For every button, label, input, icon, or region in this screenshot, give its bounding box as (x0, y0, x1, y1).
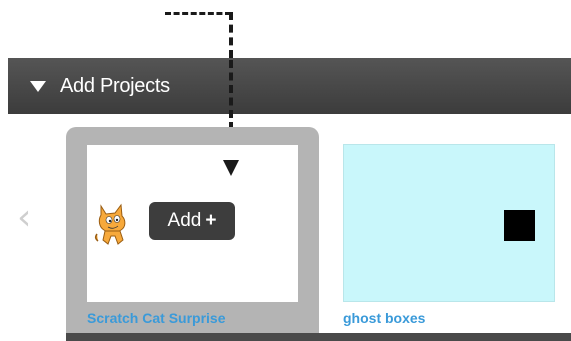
next-row-bar (66, 333, 571, 341)
plus-icon: + (205, 210, 217, 231)
collapse-triangle-icon[interactable] (30, 80, 46, 92)
add-button[interactable]: Add + (149, 202, 235, 240)
project-title-link[interactable]: ghost boxes (343, 310, 425, 326)
annotation-dashed-line (229, 12, 233, 58)
scratch-cat-icon (94, 203, 126, 245)
project-thumbnail[interactable] (343, 144, 555, 302)
chevron-left-icon[interactable]: ‹ (17, 200, 31, 236)
annotation-dashed-line (165, 12, 231, 15)
section-title: Add Projects (60, 74, 170, 97)
add-projects-header[interactable]: Add Projects (8, 58, 571, 114)
annotation-arrowhead (223, 160, 239, 176)
black-square (504, 210, 535, 241)
annotation-dashed-line (229, 60, 233, 118)
project-title-link[interactable]: Scratch Cat Surprise (87, 310, 226, 326)
add-button-label: Add (167, 210, 202, 231)
